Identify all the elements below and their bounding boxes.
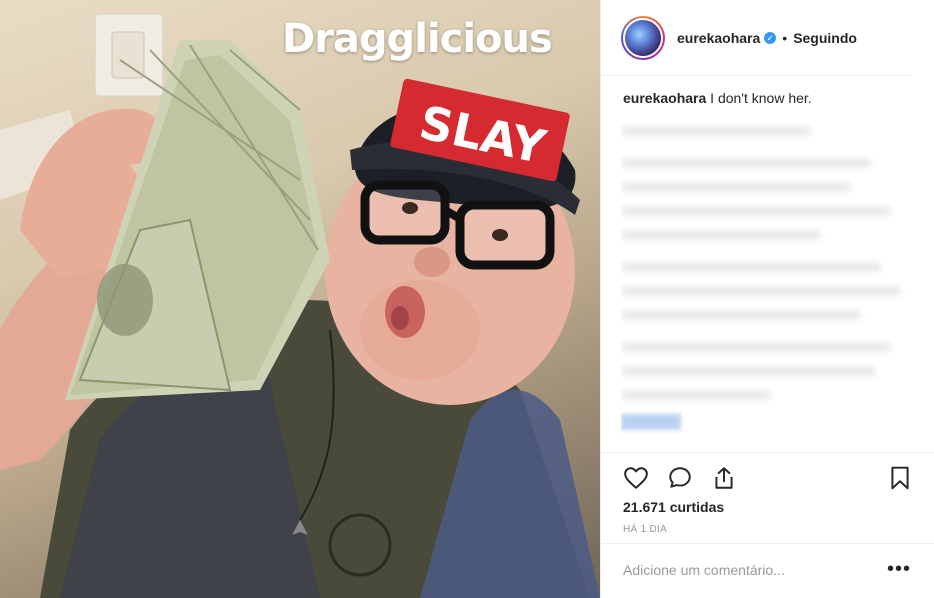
- username-link[interactable]: eurekaohara: [677, 30, 760, 46]
- comment-box: •••: [601, 543, 934, 598]
- caption-username[interactable]: eurekaohara: [623, 90, 706, 106]
- caption: eurekaohara I don't know her.: [623, 90, 812, 106]
- post-sidebar: eurekaohara ✓ • Seguindo eurekaohara I d…: [600, 0, 934, 598]
- action-bar: [601, 452, 934, 500]
- avatar[interactable]: [621, 15, 665, 60]
- bookmark-icon[interactable]: [887, 465, 913, 491]
- post-photo[interactable]: SLAY Dragglicious: [0, 0, 600, 598]
- blurred-comments: [621, 112, 911, 452]
- verified-badge-icon: ✓: [764, 31, 777, 44]
- timestamp[interactable]: HÁ 1 DIA: [623, 524, 667, 535]
- following-button[interactable]: Seguindo: [793, 30, 857, 46]
- share-icon[interactable]: [711, 465, 737, 491]
- more-options-icon[interactable]: •••: [887, 558, 911, 581]
- watermark-logo: Dragglicious: [282, 16, 553, 62]
- heart-icon[interactable]: [623, 465, 649, 491]
- separator: •: [782, 29, 788, 46]
- likes-count[interactable]: 21.671 curtidas: [623, 499, 724, 515]
- comment-input[interactable]: [623, 562, 863, 578]
- photo-illustration: SLAY: [0, 13, 600, 598]
- comment-icon[interactable]: [667, 465, 693, 491]
- caption-text: I don't know her.: [710, 90, 812, 106]
- post-header: eurekaohara ✓ • Seguindo: [601, 0, 911, 76]
